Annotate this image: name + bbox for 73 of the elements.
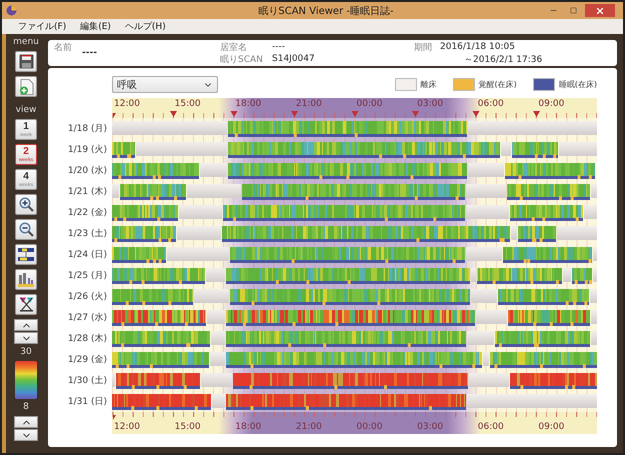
scroll-up-button[interactable]	[14, 319, 38, 331]
hourglass-filter-icon	[18, 297, 34, 312]
close-icon	[594, 6, 605, 16]
axis-label: 15:00	[174, 99, 202, 109]
field-value: ----	[272, 42, 286, 52]
zoom-in-icon	[18, 197, 34, 212]
date-label: 1/29 (金)	[66, 354, 108, 366]
field-label: 眠りSCAN	[220, 54, 264, 66]
legend-label: 睡眠(在床)	[558, 79, 597, 90]
date-label: 1/27 (水)	[66, 312, 108, 324]
maximize-icon	[570, 7, 578, 14]
window-title: 眠りSCAN Viewer -睡眠日誌-	[257, 4, 394, 18]
scale-up-button[interactable]	[14, 416, 38, 428]
metric-dropdown[interactable]: 呼吸	[112, 76, 218, 93]
filter-button[interactable]	[15, 294, 37, 315]
field-value: ～2016/2/1 17:36	[463, 54, 544, 66]
field-label: 居室名	[220, 42, 248, 54]
close-button[interactable]	[584, 4, 615, 17]
axis-label: 12:00	[113, 422, 141, 432]
date-label: 1/20 (水)	[66, 164, 108, 177]
axis-label: 15:00	[174, 422, 202, 432]
axis-label: 03:00	[416, 99, 444, 109]
app-icon	[6, 5, 17, 16]
zoom-in-button[interactable]	[15, 194, 37, 215]
color-scale-bar	[15, 361, 37, 399]
axis-label: 09:00	[537, 422, 566, 432]
menu-item[interactable]: ファイル(F)	[18, 20, 66, 33]
date-label: 1/21 (木)	[66, 186, 108, 198]
graph-button[interactable]	[15, 269, 37, 290]
new-button[interactable]	[15, 76, 37, 97]
menu-label: menu	[13, 37, 39, 47]
axis-label: 09:00	[537, 99, 566, 109]
date-label: 1/26 (火)	[66, 290, 108, 303]
field-value: 2016/1/18 10:05	[440, 42, 516, 52]
new-document-icon	[18, 78, 34, 94]
axis-label: 12:00	[113, 99, 141, 109]
legend-label: 離床	[420, 79, 436, 90]
date-label: 1/25 (月)	[66, 270, 108, 282]
menu-item[interactable]: ヘルプ(H)	[124, 20, 166, 33]
date-label: 1/23 (土)	[66, 228, 108, 240]
save-button[interactable]	[15, 51, 37, 72]
scale-min-label: 8	[23, 403, 29, 412]
field-value: S14J0047	[272, 54, 316, 64]
axis-label: 18:00	[234, 99, 262, 109]
axis-label: 00:00	[356, 422, 384, 432]
field-value: ----	[82, 48, 98, 58]
date-label: 1/31 (日)	[66, 396, 108, 408]
zoom-out-icon	[18, 222, 34, 237]
field-label: 名前	[54, 42, 73, 54]
date-label: 1/30 (土)	[66, 374, 108, 387]
row-layout-icon	[18, 247, 34, 262]
field-label: 期間	[414, 42, 433, 54]
legend-label: 覚醒(在床)	[478, 79, 517, 90]
row-layout-button[interactable]	[15, 244, 37, 265]
menu-item[interactable]: 編集(E)	[80, 20, 111, 33]
axis-label: 18:00	[234, 422, 262, 432]
axis-label: 21:00	[294, 422, 323, 432]
axis-label: 06:00	[476, 422, 505, 432]
date-label: 1/18 (月)	[66, 123, 108, 135]
scroll-down-button[interactable]	[14, 332, 38, 344]
date-label: 1/22 (金)	[66, 206, 108, 219]
date-label: 1/19 (火)	[66, 144, 108, 156]
scale-down-button[interactable]	[14, 429, 38, 441]
axis-label: 06:00	[476, 99, 505, 109]
zoom-out-button[interactable]	[15, 219, 37, 240]
axis-label: 00:00	[356, 99, 384, 109]
scale-max-label: 30	[20, 348, 32, 357]
date-label: 1/24 (日)	[66, 249, 108, 261]
axis-label: 21:00	[294, 99, 323, 109]
date-label: 1/28 (木)	[66, 332, 108, 345]
view-label: view	[16, 105, 36, 115]
axis-label: 03:00	[416, 422, 444, 432]
bar-graph-icon	[18, 272, 34, 287]
